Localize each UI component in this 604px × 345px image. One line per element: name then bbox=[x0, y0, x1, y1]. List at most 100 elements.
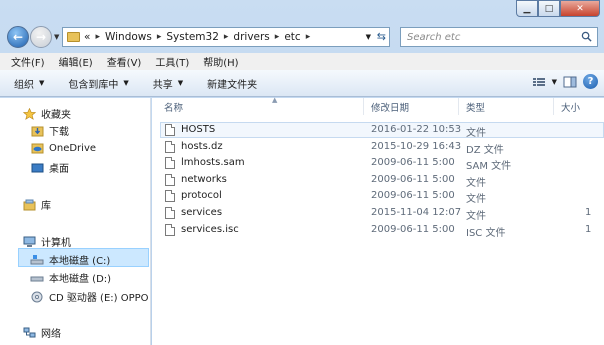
include-in-library-button[interactable]: 包含到库中 ▼ bbox=[60, 76, 136, 91]
library-icon bbox=[22, 199, 36, 211]
nav-favorites-label: 收藏夹 bbox=[41, 110, 71, 121]
nav-downloads[interactable]: 下载 bbox=[30, 123, 69, 138]
column-header-name[interactable]: 名称 ▲ bbox=[164, 96, 364, 115]
share-button[interactable]: 共享 ▼ bbox=[145, 76, 191, 91]
column-type-label: 类型 bbox=[466, 102, 486, 114]
view-options-dropdown[interactable]: ▼ bbox=[552, 78, 557, 86]
organize-button[interactable]: 组织 ▼ bbox=[6, 76, 52, 91]
menu-view[interactable]: 查看(V) bbox=[100, 54, 149, 69]
breadcrumb-system32[interactable]: System32 bbox=[166, 31, 219, 43]
refresh-icon[interactable]: ⇆ bbox=[377, 30, 386, 43]
column-divider[interactable] bbox=[553, 98, 554, 115]
file-size: 1 bbox=[585, 224, 592, 235]
file-name: services.isc bbox=[181, 224, 239, 235]
breadcrumb-windows[interactable]: Windows bbox=[105, 31, 152, 43]
minimize-button[interactable]: ▁ bbox=[516, 0, 538, 17]
desktop-icon bbox=[30, 162, 44, 174]
file-icon bbox=[165, 190, 175, 202]
forward-button[interactable]: → bbox=[30, 26, 52, 48]
breadcrumb-separator-icon: ▸ bbox=[223, 32, 229, 42]
address-bar[interactable]: « ▸ Windows ▸ System32 ▸ drivers ▸ etc ▸… bbox=[62, 27, 390, 47]
nav-computer[interactable]: 计算机 bbox=[22, 234, 71, 249]
nav-drive-e[interactable]: CD 驱动器 (E:) OPPO D bbox=[30, 289, 159, 304]
chevron-down-icon: ▼ bbox=[39, 79, 45, 87]
close-button[interactable]: ✕ bbox=[560, 0, 600, 17]
help-icon[interactable]: ? bbox=[583, 74, 598, 89]
downloads-folder-icon bbox=[30, 125, 44, 137]
column-size-label: 大小 bbox=[561, 102, 581, 114]
file-name: protocol bbox=[181, 190, 222, 201]
column-header-size[interactable]: 大小 bbox=[561, 98, 601, 115]
file-list: 名称 ▲ 修改日期 类型 大小 HOSTS 2016-01-22 10:53 文… bbox=[152, 96, 604, 345]
column-divider[interactable] bbox=[363, 98, 364, 115]
nav-desktop[interactable]: 桌面 bbox=[30, 160, 69, 175]
close-icon: ✕ bbox=[576, 3, 584, 14]
file-name: lmhosts.sam bbox=[181, 157, 245, 168]
column-header-type[interactable]: 类型 bbox=[466, 98, 576, 115]
back-arrow-icon: ← bbox=[12, 30, 24, 44]
nav-onedrive[interactable]: OneDrive bbox=[30, 142, 96, 154]
new-folder-button[interactable]: 新建文件夹 bbox=[199, 76, 265, 91]
file-name: networks bbox=[181, 174, 227, 185]
menu-bar: 文件(F) 编辑(E) 查看(V) 工具(T) 帮助(H) bbox=[0, 53, 604, 70]
menu-help[interactable]: 帮助(H) bbox=[196, 54, 245, 69]
file-icon bbox=[165, 141, 175, 153]
file-icon bbox=[165, 224, 175, 236]
search-placeholder: Search etc bbox=[407, 31, 461, 43]
file-icon bbox=[165, 207, 175, 219]
column-header-date[interactable]: 修改日期 bbox=[371, 98, 461, 115]
menu-tools[interactable]: 工具(T) bbox=[148, 54, 196, 69]
file-row-networks[interactable]: networks 2009-06-11 5:00 文件 bbox=[152, 172, 604, 189]
change-view-icon[interactable] bbox=[532, 76, 546, 88]
column-divider[interactable] bbox=[458, 98, 459, 115]
preview-pane-icon[interactable] bbox=[563, 76, 577, 88]
share-label: 共享 bbox=[152, 79, 173, 91]
computer-icon bbox=[22, 236, 36, 248]
file-type: SAM 文件 bbox=[466, 161, 512, 172]
file-icon bbox=[165, 124, 175, 136]
breadcrumb-overflow[interactable]: « bbox=[84, 31, 90, 43]
breadcrumb-drivers[interactable]: drivers bbox=[233, 31, 269, 43]
back-button[interactable]: ← bbox=[7, 26, 29, 48]
nav-onedrive-label: OneDrive bbox=[49, 142, 97, 154]
menu-file[interactable]: 文件(F) bbox=[4, 54, 52, 69]
nav-downloads-label: 下载 bbox=[49, 127, 69, 138]
column-date-label: 修改日期 bbox=[371, 102, 410, 114]
file-size: 1 bbox=[585, 207, 592, 218]
file-row-hosts[interactable]: HOSTS 2016-01-22 10:53 文件 bbox=[152, 122, 604, 139]
nav-libraries[interactable]: 库 bbox=[22, 197, 51, 212]
file-date: 2016-01-22 10:53 bbox=[371, 124, 462, 135]
nav-drive-e-label: CD 驱动器 (E:) OPPO D bbox=[49, 293, 160, 304]
maximize-button[interactable]: □ bbox=[538, 0, 560, 17]
search-input[interactable]: Search etc bbox=[400, 27, 598, 47]
chevron-down-icon: ▼ bbox=[177, 79, 184, 87]
file-date: 2009-06-11 5:00 bbox=[371, 157, 455, 168]
file-row-protocol[interactable]: protocol 2009-06-11 5:00 文件 bbox=[152, 188, 604, 205]
command-bar: 组织 ▼ 包含到库中 ▼ 共享 ▼ 新建文件夹 ▼ ? bbox=[0, 70, 604, 97]
file-row-services-isc[interactable]: services.isc 2009-06-11 5:00 ISC 文件 1 bbox=[152, 222, 604, 239]
address-history-dropdown[interactable]: ▼ bbox=[366, 33, 371, 41]
nav-network[interactable]: 网络 bbox=[22, 325, 61, 340]
nav-drive-c[interactable]: 本地磁盘 (C:) bbox=[30, 252, 110, 267]
file-date: 2015-10-29 16:43 bbox=[371, 141, 462, 152]
file-row-services[interactable]: services 2015-11-04 12:07 文件 1 bbox=[152, 205, 604, 222]
breadcrumb-separator-icon: ▸ bbox=[156, 32, 162, 42]
menu-edit[interactable]: 编辑(E) bbox=[52, 54, 100, 69]
nav-favorites[interactable]: 收藏夹 bbox=[22, 106, 71, 121]
recent-locations-dropdown[interactable]: ▼ bbox=[54, 33, 59, 41]
nav-drive-d[interactable]: 本地磁盘 (D:) bbox=[30, 270, 111, 285]
file-type: ISC 文件 bbox=[466, 228, 506, 239]
system-drive-icon bbox=[30, 254, 44, 266]
search-icon[interactable] bbox=[581, 31, 592, 42]
breadcrumb-separator-icon: ▸ bbox=[274, 32, 280, 42]
file-row-hosts-dz[interactable]: hosts.dz 2015-10-29 16:43 DZ 文件 bbox=[152, 139, 604, 156]
file-icon bbox=[165, 174, 175, 186]
file-row-lmhosts-sam[interactable]: lmhosts.sam 2009-06-11 5:00 SAM 文件 bbox=[152, 155, 604, 172]
explorer-window: ▁ □ ✕ ← → ▼ « ▸ Windows ▸ System32 ▸ dri… bbox=[0, 0, 604, 345]
column-name-label: 名称 bbox=[164, 102, 184, 114]
breadcrumb-etc[interactable]: etc bbox=[284, 31, 300, 43]
navigation-pane: 收藏夹 下载 OneDrive 桌面 库 计算机 本地磁盘 (C:) 本地磁盘 … bbox=[0, 98, 159, 345]
cd-drive-icon bbox=[30, 291, 44, 303]
file-name: HOSTS bbox=[181, 124, 216, 135]
file-type: DZ 文件 bbox=[466, 145, 504, 156]
